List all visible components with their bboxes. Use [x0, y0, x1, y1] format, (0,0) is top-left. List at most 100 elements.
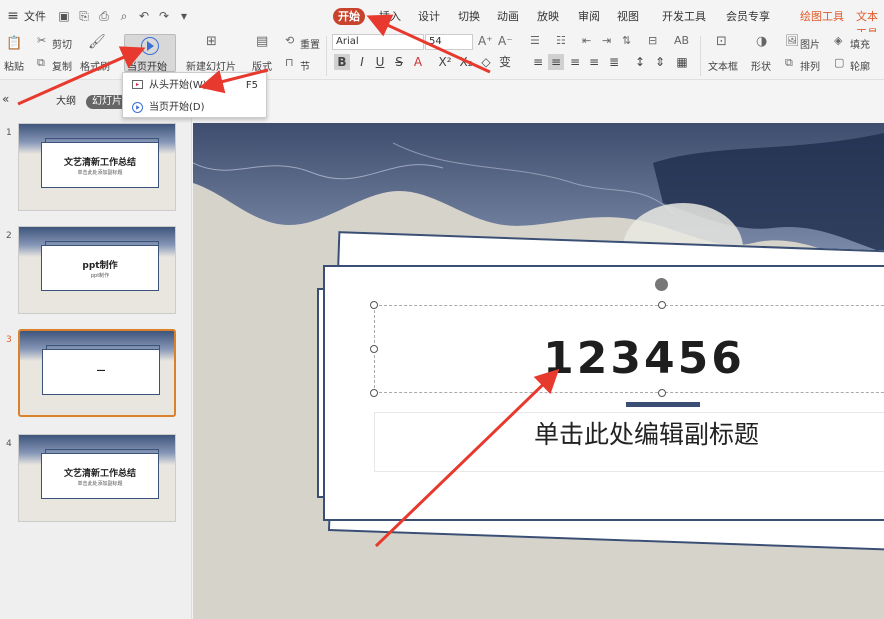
redo-icon[interactable]: ↷ — [156, 8, 172, 24]
tab-insert[interactable]: 插入 — [374, 8, 406, 25]
resize-handle[interactable] — [658, 389, 666, 397]
bold-icon[interactable]: B — [334, 54, 350, 70]
outline-icon[interactable]: ▢ — [834, 56, 844, 69]
resize-handle[interactable] — [370, 301, 378, 309]
columns-icon[interactable]: ⊟ — [648, 34, 657, 47]
new-slide-button[interactable]: 新建幻灯片 — [186, 58, 236, 73]
tab-design[interactable]: 设计 — [413, 8, 445, 25]
paste-icon[interactable]: 📋 — [6, 36, 22, 51]
tab-home[interactable]: 开始 — [333, 8, 365, 25]
copy-button[interactable]: 复制 — [52, 58, 72, 73]
subscript-icon[interactable]: X₂ — [458, 54, 474, 70]
font-shrink-icon[interactable]: A⁻ — [498, 34, 513, 48]
fill-button[interactable]: 填充 — [850, 36, 870, 51]
slide-thumbnail-2[interactable]: ppt制作 ppt制作 — [18, 226, 176, 314]
slide-number: 3 — [6, 335, 12, 345]
slide-card-main — [323, 265, 884, 521]
line-spacing-icon[interactable]: AB — [674, 34, 689, 47]
save-icon[interactable]: ▣ — [56, 8, 72, 24]
superscript-icon[interactable]: X² — [437, 54, 453, 70]
undo-icon[interactable]: ↶ — [136, 8, 152, 24]
smartart-icon[interactable]: ▦ — [674, 54, 690, 70]
slide-number: 1 — [6, 128, 12, 138]
tab-slideshow[interactable]: 放映 — [532, 8, 564, 25]
resize-handle[interactable] — [658, 301, 666, 309]
hamburger-icon[interactable]: ≡ — [2, 8, 24, 24]
file-menu[interactable]: 文件 — [24, 8, 46, 24]
tab-drawing-tools[interactable]: 绘图工具 — [795, 8, 849, 25]
para-spacing-icon[interactable]: ⇕ — [652, 54, 668, 70]
layout-button[interactable]: 版式 — [252, 58, 272, 73]
strikethrough-icon[interactable]: S — [391, 54, 407, 70]
line-spacing-adjust-icon[interactable]: ↕ — [632, 54, 648, 70]
align-right-icon[interactable]: ≡ — [567, 54, 583, 70]
resize-handle[interactable] — [370, 389, 378, 397]
textbox-icon[interactable]: ⊡ — [716, 34, 727, 49]
italic-icon[interactable]: I — [354, 54, 370, 70]
font-grow-icon[interactable]: A⁺ — [478, 34, 493, 48]
paste-button[interactable]: 粘贴 — [4, 58, 24, 73]
align-center-icon[interactable]: ≡ — [548, 54, 564, 70]
clear-format-icon[interactable]: ◇ — [478, 54, 494, 70]
thumb-title: 文艺清新工作总结 — [63, 469, 136, 479]
reset-icon[interactable]: ⟲ — [285, 34, 294, 47]
slide-thumbnail-4[interactable]: 文艺清新工作总结 单击此处添加副标题 — [18, 434, 176, 522]
bullet-list-icon[interactable]: ☰ — [530, 34, 540, 47]
scissors-icon[interactable]: ✂ — [37, 34, 46, 47]
numbered-list-icon[interactable]: ☷ — [556, 34, 566, 47]
print-icon[interactable]: ⎙ — [96, 8, 112, 24]
new-slide-icon[interactable]: ⊞ — [206, 34, 217, 49]
tab-view[interactable]: 视图 — [612, 8, 644, 25]
increase-indent-icon[interactable]: ⇥ — [602, 34, 611, 47]
decrease-indent-icon[interactable]: ⇤ — [582, 34, 591, 47]
print-preview-icon[interactable]: ⌕ — [116, 8, 132, 24]
tab-animation[interactable]: 动画 — [492, 8, 524, 25]
tab-developer[interactable]: 开发工具 — [657, 8, 711, 25]
layout-icon[interactable]: ▤ — [256, 34, 268, 49]
customize-icon[interactable]: ▾ — [176, 8, 192, 24]
align-left-icon[interactable]: ≡ — [530, 54, 546, 70]
slide-thumbnail-3[interactable]: — — [18, 329, 176, 417]
slide-subtitle[interactable]: 单击此处编辑副标题 — [374, 415, 884, 451]
shape-button[interactable]: 形状 — [751, 58, 771, 73]
distribute-icon[interactable]: ≣ — [606, 54, 622, 70]
tab-review[interactable]: 审阅 — [573, 8, 605, 25]
text-direction-icon[interactable]: ⇅ — [622, 34, 631, 47]
outline-button[interactable]: 轮廓 — [850, 58, 870, 73]
font-color-icon[interactable]: A — [410, 54, 426, 70]
textbox-button[interactable]: 文本框 — [708, 58, 738, 73]
justify-icon[interactable]: ≡ — [586, 54, 602, 70]
slide-thumbnail-1[interactable]: 文艺清新工作总结 单击此处添加副标题 — [18, 123, 176, 211]
section-button[interactable]: 节 — [300, 58, 310, 73]
picture-icon[interactable]: 🖼 — [785, 34, 799, 47]
thumb-title: — — [96, 366, 106, 376]
play-from-current-button[interactable]: 当页开始 — [124, 34, 176, 73]
cut-button[interactable]: 剪切 — [52, 36, 72, 51]
rotate-handle-icon[interactable] — [655, 278, 668, 291]
tab-outline[interactable]: 大纲 — [50, 95, 82, 109]
export-icon[interactable]: ⎘ — [76, 8, 92, 24]
reset-button[interactable]: 重置 — [300, 36, 320, 51]
slide-canvas[interactable]: 123456 单击此处编辑副标题 — [193, 123, 884, 619]
menu-item-play-from-start[interactable]: 从头开始(W) F5 — [123, 75, 266, 97]
arrange-button[interactable]: 排列 — [800, 58, 820, 73]
shape-icon[interactable]: ◑ — [756, 34, 767, 49]
menu-item-play-from-current[interactable]: 当页开始(D) — [123, 97, 266, 119]
tab-member[interactable]: 会员专享 — [721, 8, 775, 25]
format-painter-button[interactable]: 格式刷 — [80, 58, 110, 73]
collapse-panel-icon[interactable]: « — [2, 92, 9, 106]
slide-title[interactable]: 123456 — [374, 333, 884, 384]
picture-button[interactable]: 图片 — [800, 36, 820, 51]
font-size-select[interactable]: 54 — [425, 34, 473, 50]
text-effect-icon[interactable]: 变 — [497, 54, 513, 70]
tab-text-tools[interactable]: 文本工具 — [851, 8, 884, 40]
arrange-icon[interactable]: ⧉ — [785, 56, 793, 70]
brush-icon[interactable]: 🖌 — [88, 34, 106, 50]
underline-icon[interactable]: U — [372, 54, 388, 70]
fill-icon[interactable]: ◈ — [834, 34, 842, 47]
font-name-select[interactable]: Arial — [332, 34, 424, 50]
thumb-subtitle: 单击此处添加副标题 — [77, 481, 123, 487]
section-icon[interactable]: ⊓ — [285, 56, 294, 69]
tab-transition[interactable]: 切换 — [453, 8, 485, 25]
copy-icon[interactable]: ⧉ — [37, 56, 45, 70]
